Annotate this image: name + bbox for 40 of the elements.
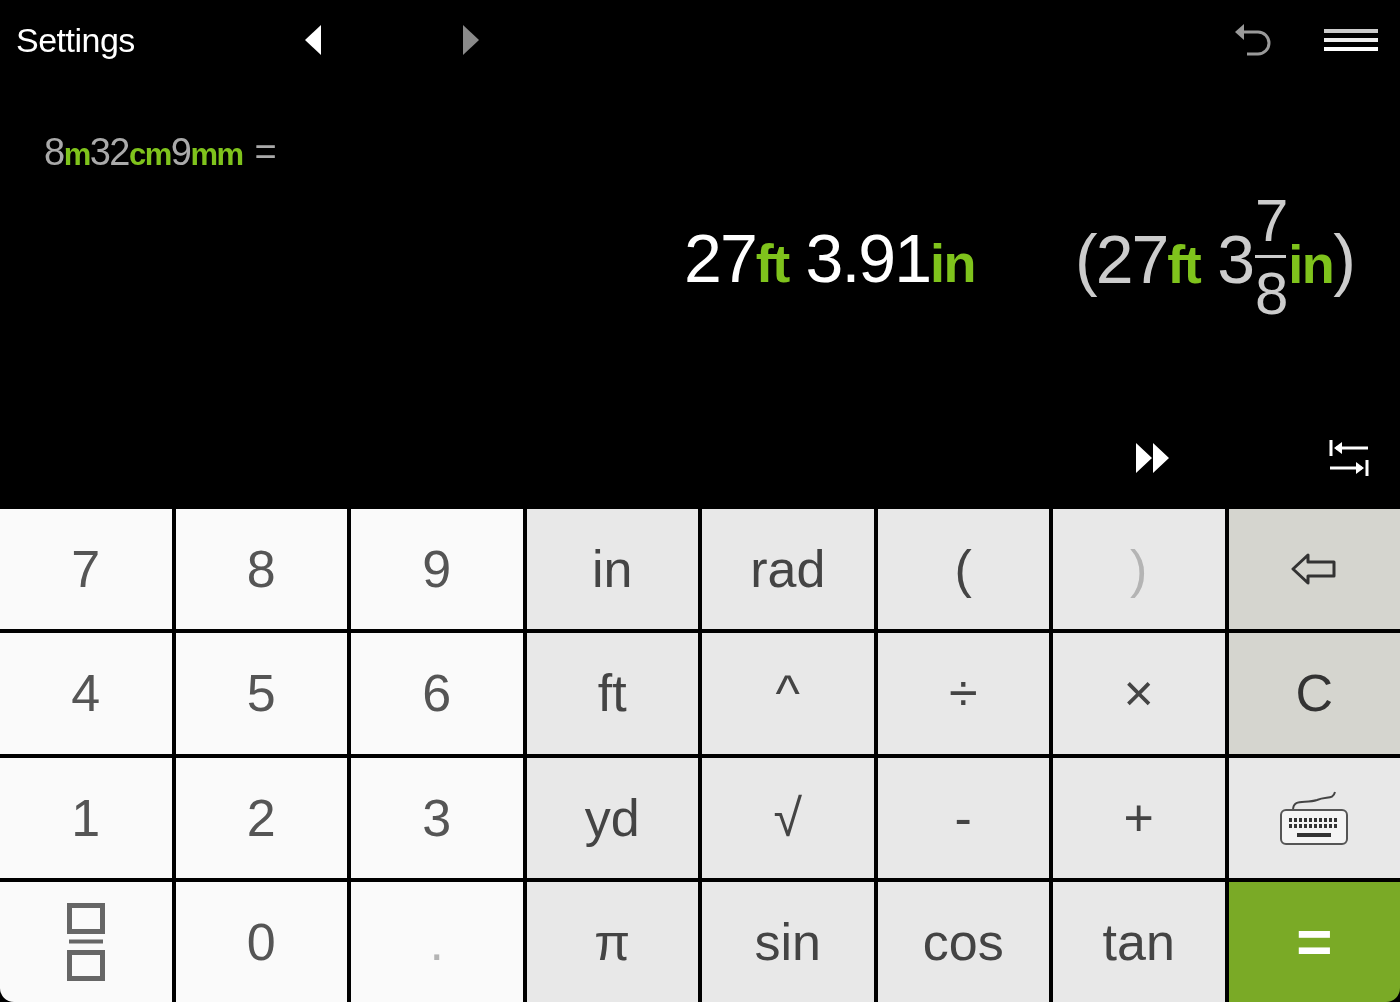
digit-key[interactable]: 4 [0,633,172,754]
function-key[interactable]: × [1053,633,1225,754]
digit-key[interactable]: 1 [0,757,172,878]
backspace-key[interactable] [1228,509,1400,630]
digit-key[interactable]: 7 [0,509,172,630]
fraction-key[interactable] [0,881,172,1002]
digit-key[interactable]: 3 [351,757,523,878]
function-key[interactable]: + [1053,757,1225,878]
clear-key[interactable]: C [1228,633,1400,754]
keyboard-key[interactable] [1228,757,1400,878]
result-value: 27ft 3.91in [684,223,975,292]
function-key[interactable]: π [526,881,698,1002]
function-key[interactable]: tan [1053,881,1225,1002]
triangle-left-icon[interactable] [304,25,321,55]
swap-icon[interactable] [1328,439,1370,477]
function-key[interactable]: cos [877,881,1049,1002]
function-key[interactable]: sin [702,881,874,1002]
fraction-icon [66,902,105,981]
function-key[interactable]: ( [877,509,1049,630]
settings-link[interactable]: Settings [16,20,135,60]
keyboard-icon [1279,789,1350,846]
fast-forward-icon[interactable] [1136,443,1170,473]
digit-key[interactable]: 6 [351,633,523,754]
backspace-icon [1291,553,1338,586]
digit-key[interactable]: 0 [175,881,347,1002]
expression-text: 8m32cm9mm = [44,130,276,175]
digit-key[interactable]: 9 [351,509,523,630]
function-key[interactable]: √ [702,757,874,878]
function-key[interactable]: rad [702,509,874,630]
function-key[interactable]: - [877,757,1049,878]
function-key[interactable]: ft [526,633,698,754]
function-key[interactable]: ÷ [877,633,1049,754]
digit-key[interactable]: 8 [175,509,347,630]
function-key[interactable]: yd [526,757,698,878]
function-key[interactable]: in [526,509,698,630]
undo-icon[interactable] [1234,22,1272,58]
menu-icon[interactable] [1324,29,1378,51]
function-key[interactable]: ^ [702,633,874,754]
digit-key[interactable]: 2 [175,757,347,878]
digit-key[interactable]: 5 [175,633,347,754]
